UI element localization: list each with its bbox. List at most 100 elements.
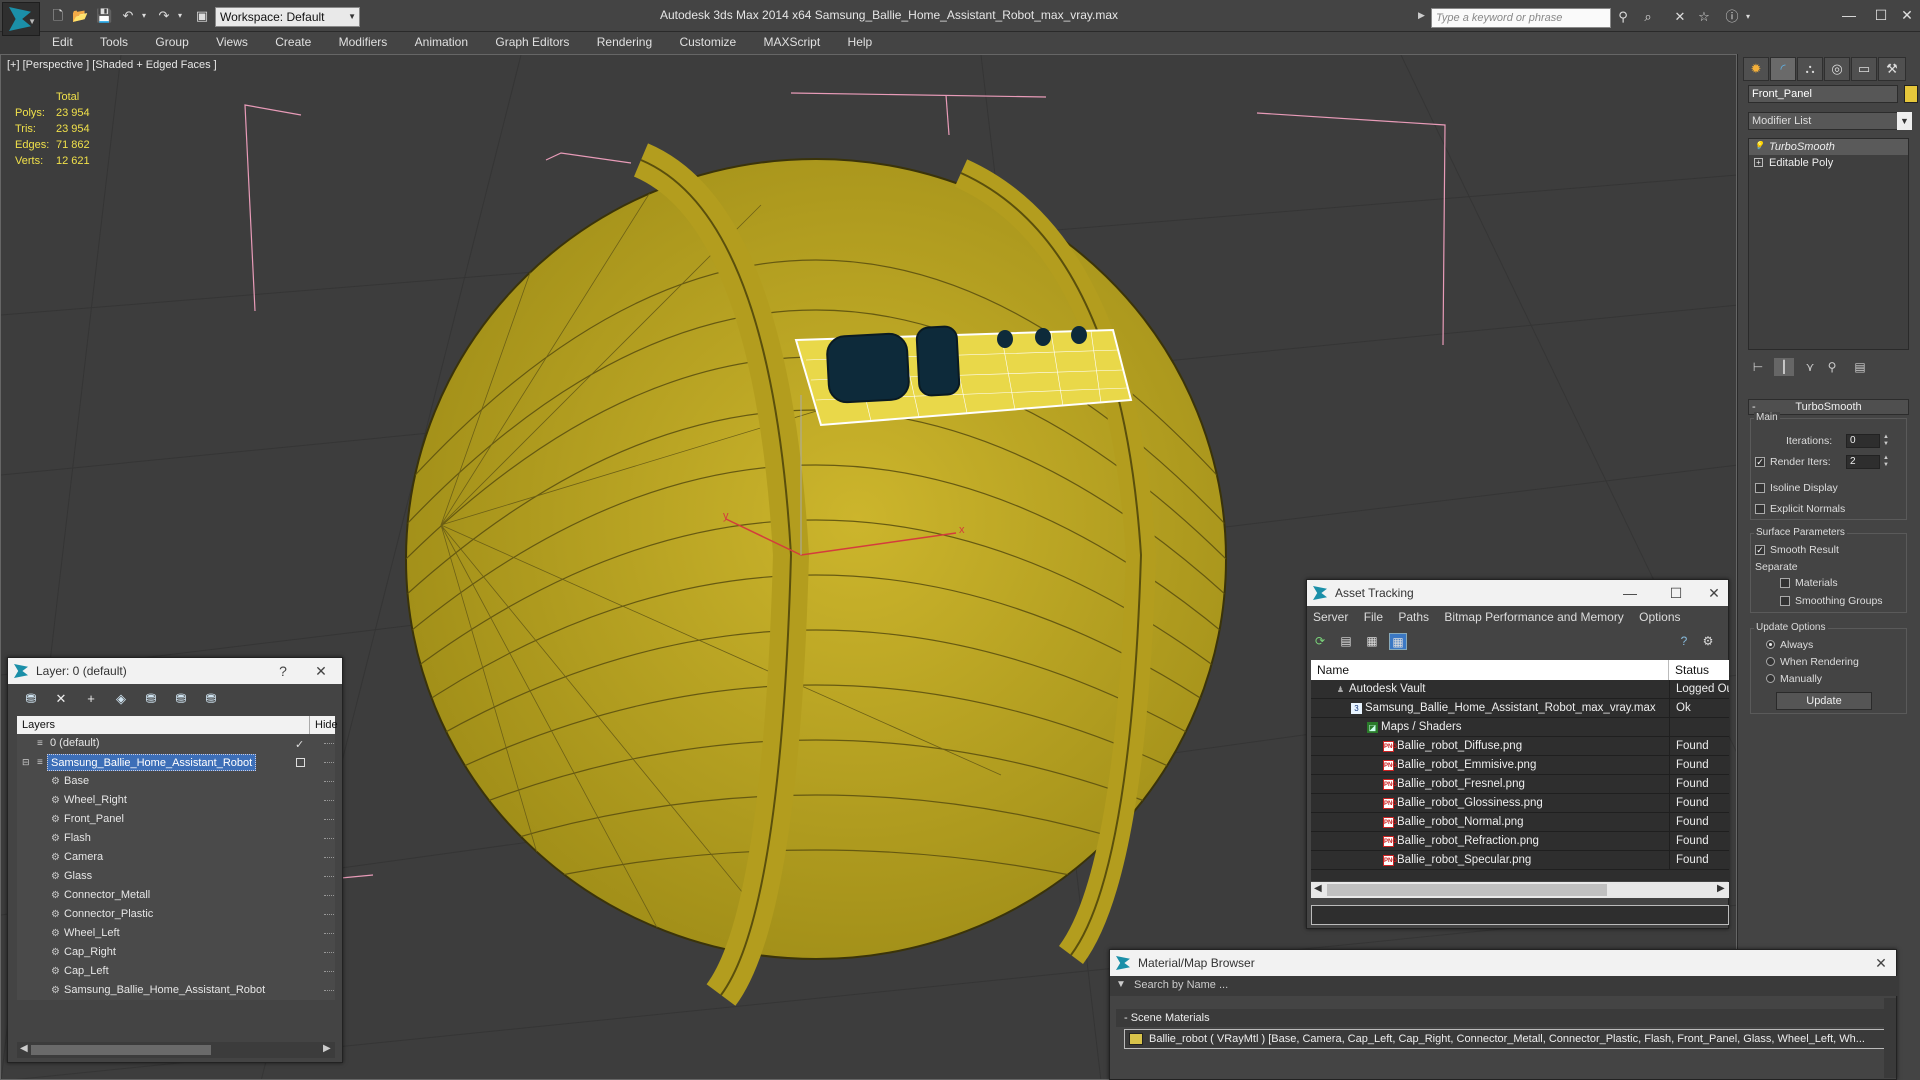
asset-window-titlebar[interactable]: Asset Tracking — ☐ ✕ bbox=[1307, 580, 1728, 606]
object-color-swatch[interactable] bbox=[1904, 85, 1918, 103]
utilities-tab-icon[interactable]: ⚒ bbox=[1878, 57, 1906, 81]
show-end-result-icon[interactable]: ┃ bbox=[1774, 358, 1794, 376]
menu-customize[interactable]: Customize bbox=[667, 32, 748, 52]
materials-checkbox[interactable] bbox=[1780, 578, 1790, 588]
asset-row[interactable]: ◪ Maps / Shaders bbox=[1311, 718, 1729, 737]
pin-stack-icon[interactable]: ⊢ bbox=[1748, 358, 1768, 376]
open-file-icon[interactable]: 📂 bbox=[72, 8, 88, 24]
layers-column-header[interactable]: Layers bbox=[22, 716, 55, 734]
table-view-icon[interactable]: ▦ bbox=[1389, 633, 1407, 650]
render-iters-spinner[interactable]: 2 bbox=[1846, 455, 1880, 469]
create-tab-icon[interactable]: ✹ bbox=[1743, 57, 1769, 81]
help-icon[interactable]: ⓘ bbox=[1724, 9, 1740, 25]
expand-plus-icon[interactable]: + bbox=[1754, 158, 1763, 167]
hide-toggle[interactable] bbox=[324, 914, 334, 916]
menu-animation[interactable]: Animation bbox=[403, 32, 480, 52]
minimize-button[interactable]: — bbox=[1615, 580, 1645, 606]
hide-toggle[interactable] bbox=[324, 819, 334, 821]
freeze-all-layers-icon[interactable]: ⛃ bbox=[202, 690, 220, 708]
menu-rendering[interactable]: Rendering bbox=[585, 32, 664, 52]
undo-icon[interactable]: ↶ bbox=[120, 8, 136, 24]
name-column-header[interactable]: Name bbox=[1317, 660, 1349, 680]
layer-row[interactable]: ⚙ Wheel_Right bbox=[17, 791, 335, 810]
menu-group[interactable]: Group bbox=[143, 32, 200, 52]
hide-column-header[interactable]: Hide bbox=[315, 716, 338, 734]
save-file-icon[interactable]: 💾 bbox=[96, 8, 112, 24]
smooth-result-checkbox[interactable]: ✓ bbox=[1755, 545, 1765, 555]
add-to-layer-icon[interactable]: + bbox=[82, 690, 100, 708]
undo-dropdown-icon[interactable]: ▾ bbox=[136, 8, 152, 24]
favorites-star-icon[interactable]: ☆ bbox=[1696, 9, 1712, 25]
spinner-arrows-icon[interactable]: ▲ ▼ bbox=[1882, 455, 1890, 469]
search-expand-icon[interactable]: ▶ bbox=[1418, 10, 1425, 21]
hide-toggle[interactable] bbox=[324, 743, 334, 745]
asset-row[interactable]: PNG Ballie_robot_Normal.png Found bbox=[1311, 813, 1729, 832]
layer-row[interactable]: ⚙ Cap_Left bbox=[17, 962, 335, 981]
asset-row[interactable]: PNG Ballie_robot_Emmisive.png Found bbox=[1311, 756, 1729, 775]
redo-icon[interactable]: ↷ bbox=[156, 8, 172, 24]
scroll-thumb[interactable] bbox=[1327, 884, 1607, 896]
remove-modifier-icon[interactable]: ⚲ bbox=[1822, 358, 1842, 376]
menu-create[interactable]: Create bbox=[263, 32, 323, 52]
material-vertical-scrollbar[interactable] bbox=[1884, 998, 1896, 1078]
menu-help[interactable]: Help bbox=[836, 32, 885, 52]
layer-row[interactable]: ⚙ Cap_Right bbox=[17, 943, 335, 962]
configure-sets-icon[interactable]: ▤ bbox=[1850, 358, 1870, 376]
layer-row[interactable]: ⚙ Glass bbox=[17, 867, 335, 886]
app-logo-button[interactable]: ▼ bbox=[2, 2, 40, 36]
hide-toggle[interactable] bbox=[324, 895, 334, 897]
workspace-dropdown[interactable]: Workspace: Default ▼ bbox=[215, 7, 360, 27]
iterations-spinner[interactable]: 0 bbox=[1846, 434, 1880, 448]
hide-toggle[interactable] bbox=[324, 952, 334, 954]
layer-row[interactable]: ⚙ Samsung_Ballie_Home_Assistant_Robot bbox=[17, 981, 335, 1000]
update-button[interactable]: Update bbox=[1776, 692, 1872, 710]
layer-window-titlebar[interactable]: Layer: 0 (default) ? ✕ bbox=[8, 658, 342, 684]
explicit-normals-checkbox[interactable] bbox=[1755, 504, 1765, 514]
layer-row[interactable]: ⚙ Front_Panel bbox=[17, 810, 335, 829]
always-radio[interactable] bbox=[1766, 640, 1775, 649]
asset-row[interactable]: PNG Ballie_robot_Specular.png Found bbox=[1311, 851, 1729, 870]
binoculars-icon[interactable]: ⚲ bbox=[1615, 9, 1631, 25]
layer-row[interactable]: ⚙ Wheel_Left bbox=[17, 924, 335, 943]
subscription-icon[interactable]: ⌕ bbox=[1640, 9, 1656, 25]
layer-horizontal-scrollbar[interactable]: ◀ ▶ bbox=[17, 1042, 335, 1058]
refresh-icon[interactable]: ⟳ bbox=[1311, 633, 1329, 650]
menu-modifiers[interactable]: Modifiers bbox=[327, 32, 400, 52]
hide-toggle[interactable] bbox=[324, 857, 334, 859]
settings-icon[interactable]: ⚙ bbox=[1699, 633, 1717, 650]
minimize-button[interactable]: — bbox=[1834, 4, 1864, 26]
close-button[interactable]: ✕ bbox=[1892, 4, 1920, 26]
modifier-list-dropdown[interactable]: Modifier List bbox=[1748, 112, 1909, 130]
new-file-icon[interactable]: 🗋 bbox=[50, 8, 66, 24]
layer-row[interactable]: ⚙ Connector_Metall bbox=[17, 886, 335, 905]
select-objects-icon[interactable]: ◈ bbox=[112, 690, 130, 708]
material-browser-titlebar[interactable]: Material/Map Browser ✕ bbox=[1110, 950, 1896, 976]
spinner-arrows-icon[interactable]: ▲ ▼ bbox=[1882, 434, 1890, 448]
maximize-button[interactable]: ☐ bbox=[1661, 580, 1691, 606]
scroll-right-icon[interactable]: ▶ bbox=[323, 1043, 331, 1054]
hide-toggle[interactable] bbox=[324, 838, 334, 840]
layer-row[interactable]: ≡ 0 (default) ✓ bbox=[17, 734, 335, 753]
bulb-icon[interactable]: 💡 bbox=[1754, 142, 1764, 151]
options-dropdown-icon[interactable]: ▼ bbox=[1116, 979, 1126, 990]
help-icon[interactable]: ? bbox=[1675, 633, 1693, 650]
status-column-header[interactable]: Status bbox=[1675, 660, 1709, 680]
menu-graph-editors[interactable]: Graph Editors bbox=[483, 32, 581, 52]
chevron-down-icon[interactable]: ▼ bbox=[1897, 112, 1912, 130]
material-search-input[interactable]: Search by Name ... bbox=[1134, 979, 1228, 991]
render-iters-checkbox[interactable]: ✓ bbox=[1755, 457, 1765, 467]
asset-menu-options[interactable]: Options bbox=[1633, 606, 1686, 628]
object-name-field[interactable]: Front_Panel bbox=[1748, 85, 1898, 103]
communication-icon[interactable]: ✕ bbox=[1672, 9, 1688, 25]
motion-tab-icon[interactable]: ◎ bbox=[1824, 57, 1850, 81]
scene-materials-group[interactable]: - Scene Materials bbox=[1116, 1009, 1892, 1027]
modify-tab-icon[interactable]: ◜ bbox=[1770, 57, 1796, 81]
collapse-icon[interactable]: ⊟ bbox=[22, 757, 32, 768]
hide-toggle[interactable] bbox=[324, 762, 334, 764]
stack-item-turbosmooth[interactable]: 💡 TurboSmooth bbox=[1749, 139, 1908, 155]
hide-toggle[interactable] bbox=[324, 876, 334, 878]
isoline-display-checkbox[interactable] bbox=[1755, 483, 1765, 493]
asset-row[interactable]: PNG Ballie_robot_Glossiness.png Found bbox=[1311, 794, 1729, 813]
asset-menu-file[interactable]: File bbox=[1358, 606, 1389, 628]
search-input[interactable]: Type a keyword or phrase bbox=[1431, 8, 1611, 28]
